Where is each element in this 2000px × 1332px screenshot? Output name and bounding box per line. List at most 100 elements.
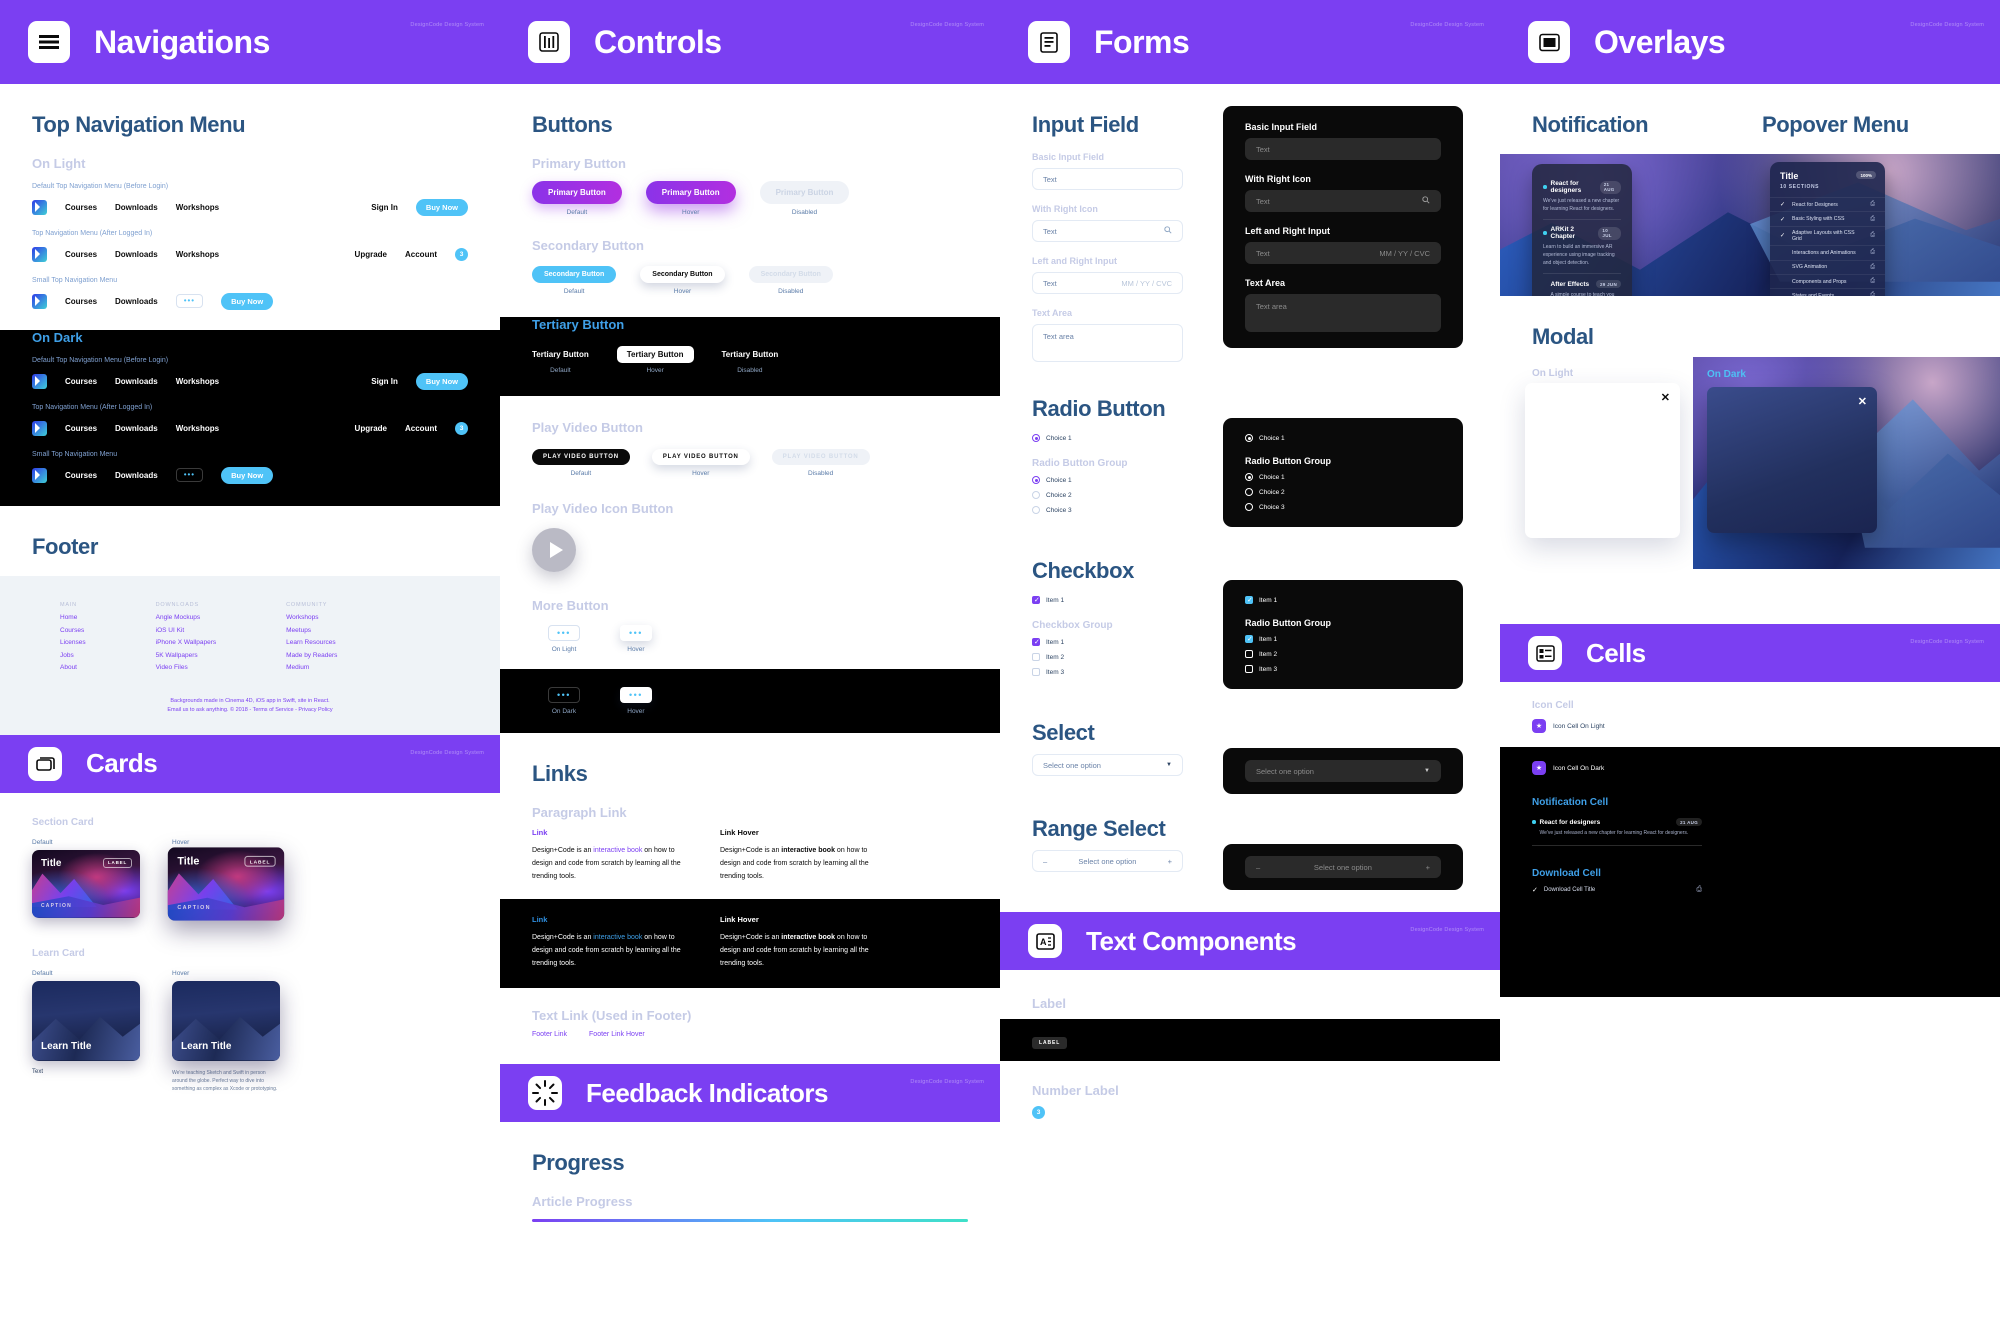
notification-item[interactable]: ARKit 2 Chapter 10 JUL Learn to build an… bbox=[1543, 220, 1621, 274]
nav-link-downloads[interactable]: Downloads bbox=[115, 297, 158, 306]
upgrade-link[interactable]: Upgrade bbox=[355, 250, 387, 259]
nav-link-courses[interactable]: Courses bbox=[65, 297, 97, 306]
download-icon[interactable]: ⎙ bbox=[1870, 232, 1875, 239]
more-button[interactable]: ••• bbox=[175, 294, 204, 308]
checkbox-icon[interactable] bbox=[1245, 650, 1253, 658]
footer-link[interactable]: Home bbox=[60, 614, 86, 621]
popover-item[interactable]: ✓ React for Designers ⎙ bbox=[1770, 197, 1885, 211]
checkbox-icon[interactable] bbox=[1032, 668, 1040, 676]
brand-logo-icon[interactable] bbox=[32, 373, 47, 389]
checkbox-option[interactable]: Item 2 bbox=[1032, 653, 1183, 661]
more-button-dark[interactable]: ••• bbox=[548, 687, 580, 703]
more-button-hover[interactable]: ••• bbox=[619, 625, 652, 641]
checkbox-option-dark[interactable]: Item 2 bbox=[1245, 650, 1441, 658]
radio-icon[interactable] bbox=[1245, 434, 1253, 442]
radio-icon[interactable] bbox=[1032, 506, 1040, 514]
nav-link-workshops[interactable]: Workshops bbox=[176, 424, 219, 433]
nav-link-courses[interactable]: Courses bbox=[65, 471, 97, 480]
download-icon[interactable]: ⎙ bbox=[1870, 216, 1875, 223]
download-icon[interactable]: ⎙ bbox=[1870, 201, 1875, 208]
checkbox-icon[interactable] bbox=[1245, 635, 1253, 643]
learn-card-image[interactable]: Learn Title bbox=[172, 980, 280, 1061]
nav-link-downloads[interactable]: Downloads bbox=[115, 250, 158, 259]
account-link[interactable]: Account bbox=[405, 424, 437, 433]
footer-link[interactable]: Made by Readers bbox=[286, 652, 337, 659]
nav-link-workshops[interactable]: Workshops bbox=[176, 377, 219, 386]
play-video-button[interactable]: PLAY VIDEO BUTTON bbox=[532, 449, 630, 465]
footer-link-hover[interactable]: Footer Link Hover bbox=[589, 1031, 645, 1038]
card-image[interactable]: Title LABEL CAPTION bbox=[32, 849, 140, 918]
checkbox-icon[interactable] bbox=[1245, 596, 1253, 604]
section-card-default[interactable]: Default Title LABEL CAPTION bbox=[32, 834, 140, 918]
range-select[interactable]: – Select one option + bbox=[1032, 850, 1183, 872]
buy-now-button[interactable]: Buy Now bbox=[221, 292, 274, 310]
popover-item[interactable]: ✓ Basic Styling with CSS ⎙ bbox=[1770, 211, 1885, 225]
brand-logo-icon[interactable] bbox=[32, 467, 47, 483]
brand-logo-icon[interactable] bbox=[32, 420, 47, 436]
nav-link-downloads[interactable]: Downloads bbox=[115, 424, 158, 433]
radio-icon[interactable] bbox=[1245, 488, 1253, 496]
notification-item[interactable]: After Effects 29 JUN A simple course to … bbox=[1543, 274, 1621, 296]
checkbox-option[interactable]: Item 3 bbox=[1032, 668, 1183, 676]
footer-link[interactable]: Jobs bbox=[60, 652, 86, 659]
radio-option[interactable]: Choice 2 bbox=[1032, 491, 1183, 499]
brand-logo-icon[interactable] bbox=[32, 246, 47, 262]
inline-link-hover[interactable]: interactive book bbox=[781, 934, 835, 941]
tertiary-button-hover[interactable]: Tertiary Button bbox=[616, 346, 694, 363]
select-dropdown-dark[interactable]: Select one option ▼ bbox=[1245, 760, 1441, 782]
popover-item[interactable]: SVG Animation ⎙ bbox=[1770, 259, 1885, 274]
footer-link[interactable]: Workshops bbox=[286, 614, 337, 621]
checkbox-icon[interactable] bbox=[1032, 653, 1040, 661]
checkbox-single[interactable]: Item 1 bbox=[1032, 596, 1183, 604]
section-card-hover[interactable]: Hover Title LABEL CAPTION bbox=[167, 834, 285, 921]
textarea-field[interactable]: Text area bbox=[1032, 324, 1183, 362]
notification-cell[interactable]: React for designers 21 AUG We've just re… bbox=[1532, 818, 1702, 846]
tertiary-button[interactable]: Tertiary Button bbox=[532, 350, 589, 359]
popover-item[interactable]: Components and Props ⎙ bbox=[1770, 273, 1885, 288]
radio-option-dark[interactable]: Choice 1 bbox=[1245, 473, 1441, 481]
radio-icon[interactable] bbox=[1032, 434, 1040, 442]
brand-logo-icon[interactable] bbox=[32, 293, 47, 309]
search-icon[interactable] bbox=[1422, 196, 1430, 206]
inline-link[interactable]: interactive book bbox=[593, 847, 642, 854]
download-icon[interactable]: ⎙ bbox=[1870, 264, 1875, 271]
footer-link[interactable]: Angle Mockups bbox=[156, 614, 216, 621]
plus-button[interactable]: + bbox=[1426, 863, 1430, 872]
range-select-dark[interactable]: – Select one option + bbox=[1245, 856, 1441, 878]
inline-link[interactable]: interactive book bbox=[593, 934, 642, 941]
buy-now-button[interactable]: Buy Now bbox=[415, 198, 468, 216]
learn-card-default[interactable]: Default Learn Title Text bbox=[32, 965, 140, 1093]
radio-icon[interactable] bbox=[1245, 503, 1253, 511]
upgrade-link[interactable]: Upgrade bbox=[355, 424, 387, 433]
primary-button[interactable]: Primary Button bbox=[532, 181, 622, 204]
nav-link-downloads[interactable]: Downloads bbox=[115, 203, 158, 212]
nav-link-courses[interactable]: Courses bbox=[65, 250, 97, 259]
nav-link-courses[interactable]: Courses bbox=[65, 424, 97, 433]
checkbox-icon[interactable] bbox=[1032, 638, 1040, 646]
left-right-input-field-dark[interactable]: Text MM / YY / CVC bbox=[1245, 242, 1441, 264]
checkbox-option[interactable]: Item 1 bbox=[1032, 638, 1183, 646]
nav-link-workshops[interactable]: Workshops bbox=[176, 250, 219, 259]
radio-option-dark[interactable]: Choice 3 bbox=[1245, 503, 1441, 511]
primary-button-hover[interactable]: Primary Button bbox=[645, 181, 736, 204]
buy-now-button[interactable]: Buy Now bbox=[415, 372, 468, 390]
account-link[interactable]: Account bbox=[405, 250, 437, 259]
more-button[interactable]: ••• bbox=[175, 468, 204, 482]
checkbox-icon[interactable] bbox=[1245, 665, 1253, 673]
close-icon[interactable]: ✕ bbox=[1858, 397, 1867, 408]
chevron-down-icon[interactable]: ▼ bbox=[1166, 762, 1172, 768]
nav-link-downloads[interactable]: Downloads bbox=[115, 377, 158, 386]
notification-item[interactable]: React for designers 21 AUG We've just re… bbox=[1543, 174, 1621, 220]
sign-in-link[interactable]: Sign In bbox=[371, 203, 398, 212]
modal-light[interactable]: ✕ bbox=[1525, 383, 1680, 538]
buy-now-button[interactable]: Buy Now bbox=[221, 466, 274, 484]
radio-option[interactable]: Choice 3 bbox=[1032, 506, 1183, 514]
download-icon[interactable]: ⎙ bbox=[1696, 886, 1702, 894]
radio-icon[interactable] bbox=[1032, 476, 1040, 484]
footer-link[interactable]: 5K Wallpapers bbox=[156, 652, 216, 659]
nav-link-courses[interactable]: Courses bbox=[65, 203, 97, 212]
footer-link[interactable]: Video Files bbox=[156, 664, 216, 671]
download-cell[interactable]: ✓ Download Cell Title ⎙ bbox=[1532, 886, 1702, 894]
checkbox-icon[interactable] bbox=[1032, 596, 1040, 604]
footer-link[interactable]: iPhone X Wallpapers bbox=[156, 639, 216, 646]
